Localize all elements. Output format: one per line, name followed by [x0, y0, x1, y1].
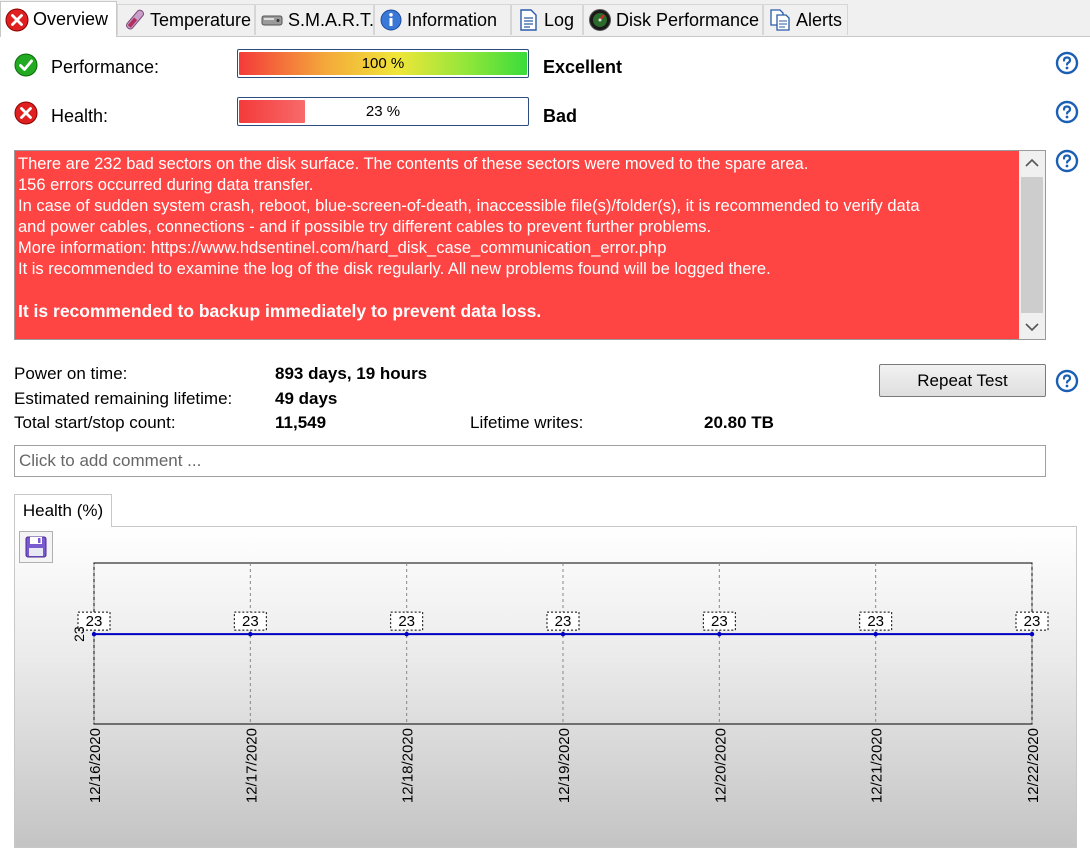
x-tick-label: 12/19/2020 — [556, 728, 573, 803]
data-label: 23 — [555, 613, 572, 630]
data-point — [1029, 631, 1035, 637]
data-label: 23 — [242, 613, 259, 630]
x-tick-label: 12/20/2020 — [712, 728, 729, 803]
data-label: 23 — [1024, 613, 1041, 630]
x-tick-label: 12/17/2020 — [243, 728, 260, 803]
data-point — [717, 631, 722, 637]
data-point — [873, 631, 878, 637]
x-tick-label: 12/22/2020 — [1025, 728, 1042, 803]
health-line-chart: 23 23 23 23 23 23 232312/16/2020 12/17/2020 12/1… — [71, 562, 1049, 803]
data-point — [560, 631, 566, 637]
tab-health-chart[interactable]: Health (%) — [14, 494, 112, 527]
x-tick-label: 12/21/2020 — [869, 728, 886, 803]
error-icon — [5, 8, 29, 32]
tab-label: Overview — [33, 9, 109, 29]
data-label: 23 — [86, 613, 103, 630]
x-tick-label: 12/16/2020 — [87, 728, 104, 803]
data-point — [248, 631, 253, 637]
x-tick-label: 12/18/2020 — [400, 728, 417, 803]
data-label: 23 — [867, 613, 884, 630]
data-label: 23 — [398, 613, 415, 630]
data-label: 23 — [711, 613, 728, 630]
data-point — [91, 631, 97, 637]
data-point — [404, 631, 409, 637]
y-tick-label: 23 — [71, 626, 87, 642]
tab-overview[interactable]: Overview — [0, 1, 117, 37]
